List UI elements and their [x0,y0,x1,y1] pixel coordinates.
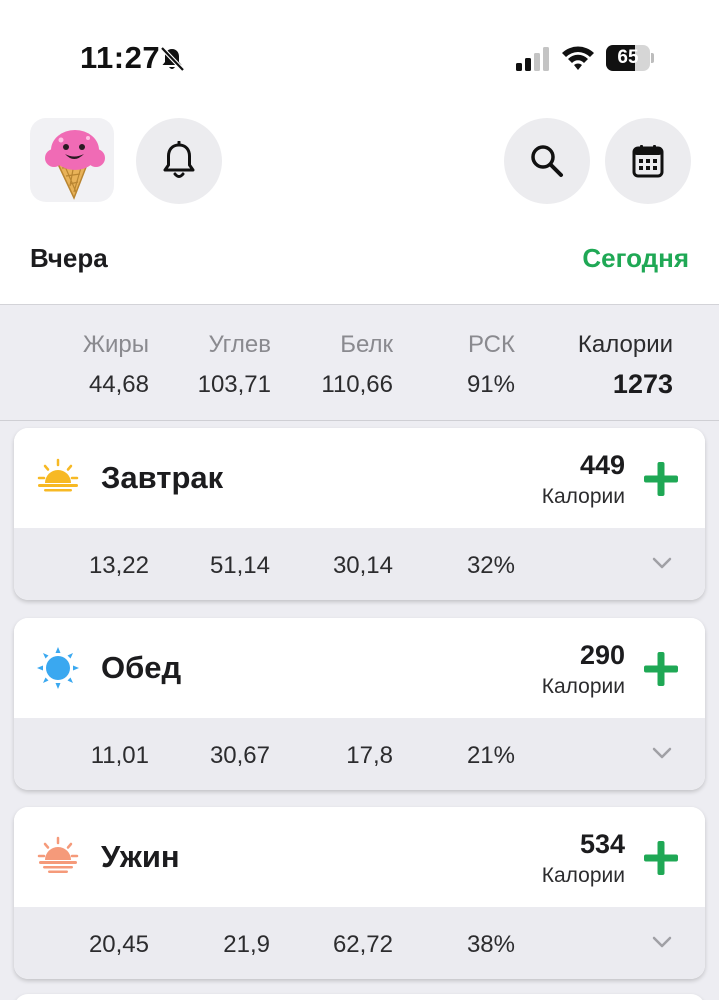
summary-fat-value: 44,68 [88,371,149,398]
meal-macros: 20,45 21,9 62,72 38% [14,907,705,979]
wifi-icon [562,46,594,70]
meal-fat: 13,22 [88,552,149,579]
meal-protein: 17,8 [346,742,393,769]
calendar-button[interactable] [605,118,691,204]
meal-card-partial[interactable] [14,994,705,1000]
chevron-down-icon[interactable] [651,552,673,574]
meal-fat: 11,01 [90,742,149,769]
meal-calories-value: 534 [579,829,625,859]
chevron-down-icon[interactable] [651,931,673,953]
add-food-button[interactable] [642,650,680,688]
meal-protein: 30,14 [332,552,393,579]
summary-rsk-label: РСК [467,331,515,358]
prev-day-link[interactable]: Вчера [30,243,108,274]
meal-carbs: 21,9 [223,931,270,958]
meal-card-lunch[interactable]: Обед 290 Калории 11,01 30,67 17,8 21% [14,618,705,790]
meal-carbs: 51,14 [209,552,270,579]
summary-fat: Жиры 44,68 [83,331,149,399]
avatar[interactable] [30,118,114,202]
bell-icon [163,141,195,178]
sunrise-icon [37,458,79,492]
search-button[interactable] [504,118,590,204]
meal-protein: 62,72 [332,931,393,958]
daily-summary: Жиры 44,68 Углев 103,71 Белк 110,66 РСК … [0,304,719,421]
summary-protein-label: Белк [340,331,393,358]
bell-slash-icon [160,46,185,72]
ice-cream-icon [45,130,105,200]
summary-protein: Белк 110,66 [321,331,393,399]
meal-calories-value: 449 [579,450,625,480]
summary-calories-label: Калории [577,331,673,358]
add-food-button[interactable] [642,839,680,877]
sun-icon [37,647,79,689]
summary-protein-value: 110,66 [321,371,393,398]
battery-icon: 65 [606,45,654,71]
status-bar: 11:27 65 [0,0,719,110]
summary-fat-label: Жиры [82,331,149,358]
summary-calories-value: 1273 [612,369,673,399]
sunset-icon [37,836,79,873]
meal-calories: 290 Калории [542,640,625,699]
meal-name: Завтрак [101,460,224,495]
cellular-signal-icon [516,47,549,71]
search-icon [531,145,563,177]
meal-name: Обед [101,650,182,685]
meal-name: Ужин [101,839,180,874]
notifications-button[interactable] [136,118,222,204]
meal-rsk: 21% [466,742,515,769]
meal-rsk: 32% [466,552,515,579]
calendar-icon [632,145,664,178]
meal-card-dinner[interactable]: Ужин 534 Калории 20,45 21,9 62,72 38% [14,807,705,979]
meal-macros: 11,01 30,67 17,8 21% [14,718,705,790]
meal-calories-label: Калории [541,485,625,508]
meal-macros: 13,22 51,14 30,14 32% [14,528,705,600]
meal-calories: 534 Калории [542,829,625,888]
meal-calories-label: Калории [541,675,625,698]
summary-rsk-value: 91% [466,371,515,398]
meal-rsk: 38% [466,931,515,958]
meal-calories: 449 Калории [542,450,625,509]
add-food-button[interactable] [642,460,680,498]
summary-calories: Калории 1273 [578,331,673,400]
meal-fat: 20,45 [88,931,149,958]
summary-rsk: РСК 91% [467,331,515,399]
meal-calories-label: Калории [541,864,625,887]
summary-carbs-value: 103,71 [197,371,271,398]
next-day-link[interactable]: Сегодня [582,243,689,274]
battery-level: 65 [617,47,639,68]
meal-calories-value: 290 [579,640,625,670]
meal-card-breakfast[interactable]: Завтрак 449 Калории 13,22 51,14 30,14 32… [14,428,705,600]
app-header: Вчера Сегодня [0,110,719,305]
meal-carbs: 30,67 [209,742,270,769]
summary-carbs-label: Углев [208,331,272,358]
summary-carbs: Углев 103,71 [198,331,271,399]
status-time: 11:27 [80,40,161,75]
chevron-down-icon[interactable] [651,742,673,764]
